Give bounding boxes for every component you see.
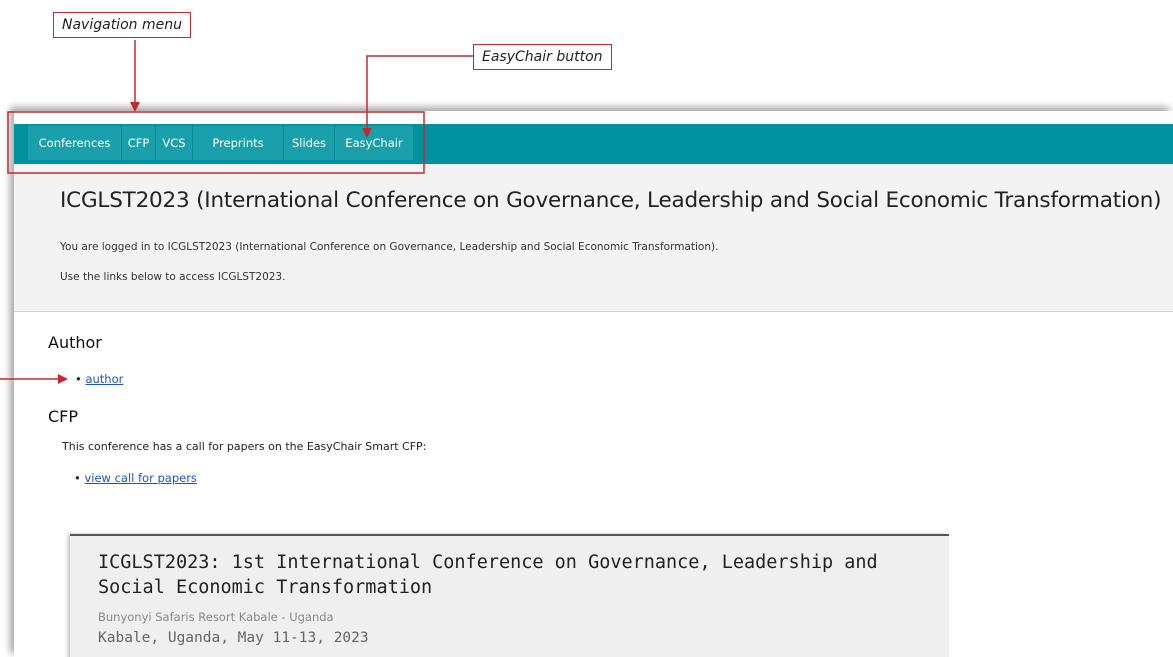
nav-menu-callout: Navigation menu <box>53 12 191 38</box>
annotation-overlay <box>0 40 473 384</box>
screenshot-stage: Conferences CFP VCS Preprints Slides Eas… <box>0 0 1173 657</box>
easychair-arrow <box>362 55 473 138</box>
easychair-callout: EasyChair button <box>473 44 612 70</box>
nav-highlight-frame <box>7 111 425 174</box>
